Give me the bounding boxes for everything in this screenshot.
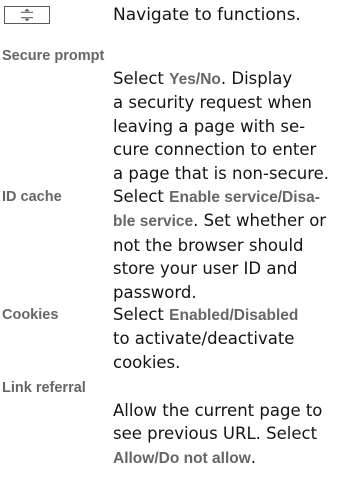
id-cache-term: ID cache bbox=[2, 189, 62, 205]
option-allow: Allow bbox=[113, 449, 155, 467]
cookies-term: Cookies bbox=[2, 307, 59, 323]
navigation-description: Navigate to functions. bbox=[113, 5, 301, 25]
secure-prompt-line-1: Select Yes/No. Display bbox=[113, 69, 293, 88]
navigation-key-icon bbox=[4, 6, 50, 24]
secure-prompt-line-3: leaving a page with se- bbox=[113, 116, 306, 136]
id-cache-line-5: password. bbox=[113, 282, 197, 302]
option-disabled: Disabled bbox=[233, 307, 299, 324]
secure-prompt-line-2: a security request when bbox=[113, 93, 313, 113]
id-cache-line-3: not the browser should bbox=[113, 235, 304, 255]
link-referral-description: Allow the current page to see previous U… bbox=[113, 399, 346, 470]
secure-prompt-line-4: cure connection to enter bbox=[113, 140, 317, 160]
id-cache-line-1: Select Enable service/Disa- bbox=[113, 187, 320, 206]
cookies-line-1: Select Enabled/Disabled bbox=[113, 305, 299, 324]
cookies-line-3: cookies. bbox=[113, 352, 181, 372]
link-referral-line-1: Allow the current page to bbox=[113, 401, 323, 420]
option-do-not-allow: Do not allow bbox=[158, 449, 251, 467]
option-enable-service: Enable service bbox=[169, 189, 278, 206]
link-referral-line-2: see previous URL. Select bbox=[113, 424, 318, 444]
manual-page: Navigate to functions. Secure prompt Sel… bbox=[0, 0, 346, 490]
option-yes: Yes bbox=[169, 71, 196, 88]
secure-prompt-description: Select Yes/No. Display a security reques… bbox=[113, 67, 346, 185]
cookies-line-2: to activate/deactivate bbox=[113, 329, 295, 349]
option-disable-service: Disa- bbox=[282, 189, 320, 206]
link-referral-term: Link referral bbox=[2, 380, 86, 396]
cookies-description: Select Enabled/Disabled to activate/deac… bbox=[113, 303, 346, 374]
option-no: No bbox=[200, 71, 221, 88]
id-cache-description: Select Enable service/Disa- ble service.… bbox=[113, 185, 346, 304]
secure-prompt-term: Secure prompt bbox=[2, 48, 105, 64]
secure-prompt-line-5: a page that is non-secure. bbox=[113, 163, 330, 183]
option-enabled: Enabled bbox=[169, 307, 230, 324]
id-cache-line-2: ble service. Set whether or bbox=[113, 211, 327, 231]
id-cache-line-4: store your user ID and bbox=[113, 259, 298, 279]
link-referral-line-3: Allow/Do not allow. bbox=[113, 447, 257, 467]
